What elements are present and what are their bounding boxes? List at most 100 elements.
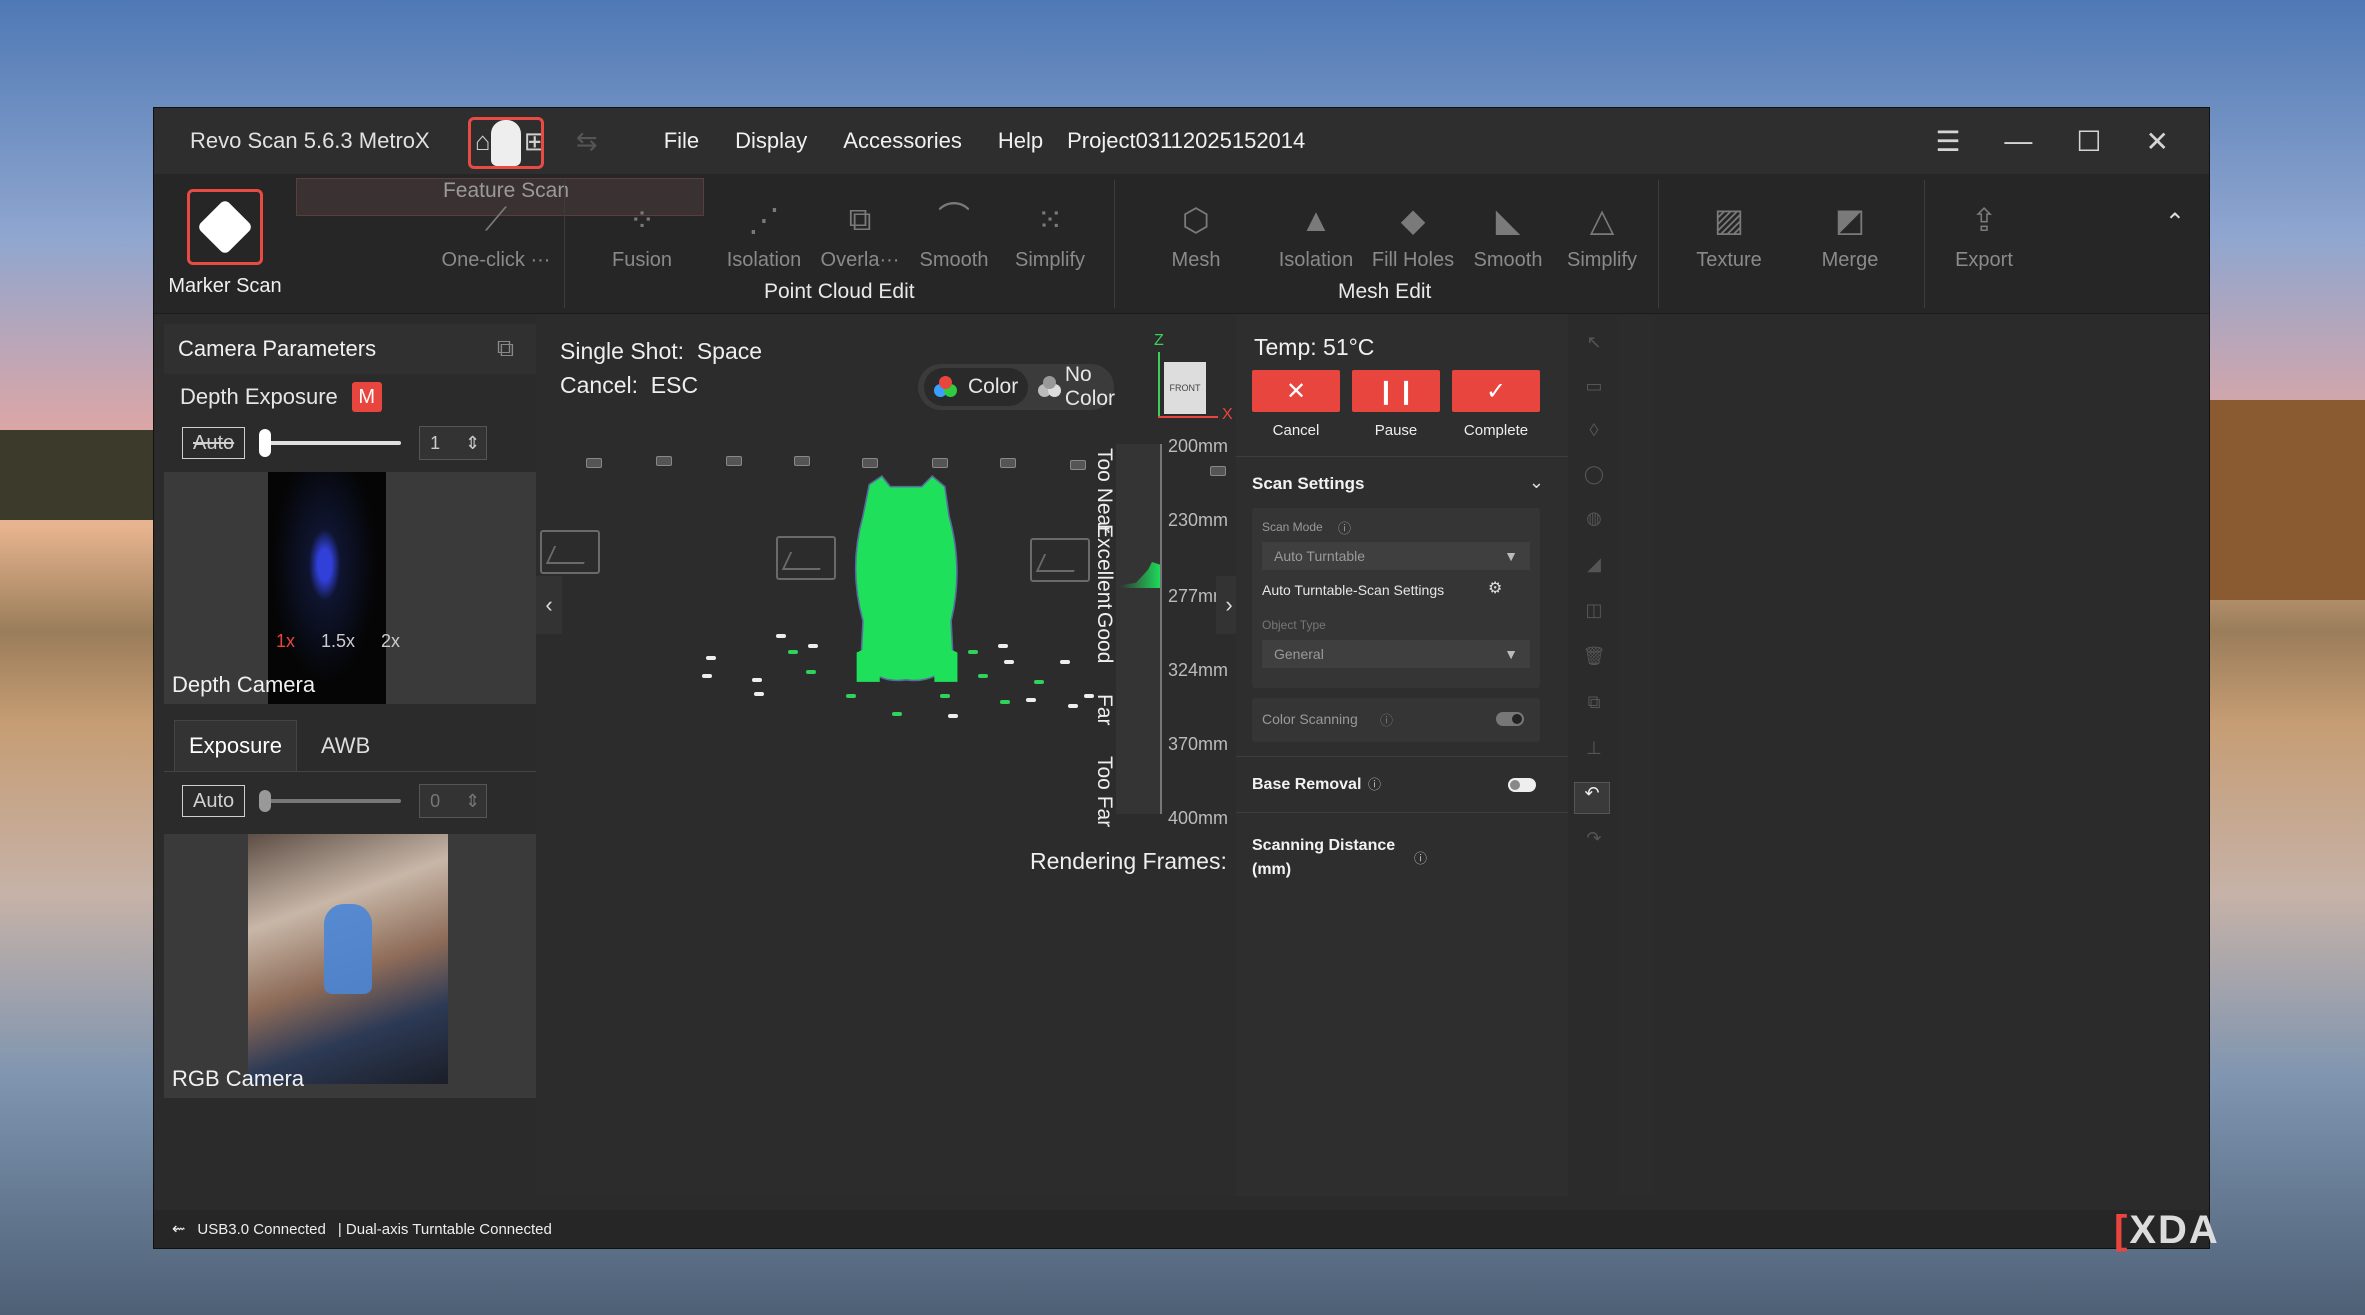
turntable-dot (702, 674, 712, 678)
pc-overlap-button[interactable]: ⧉ Overla··· (818, 178, 902, 278)
base-removal-info-icon[interactable]: ⓘ (1368, 774, 1381, 793)
tab-exposure[interactable]: Exposure (174, 720, 297, 771)
invert-icon[interactable]: ◫ (1578, 600, 1610, 632)
lasso-icon[interactable]: ◊ (1578, 420, 1610, 452)
sphere-icon[interactable]: ◍ (1578, 508, 1610, 540)
turntable-status: | Dual-axis Turntable Connected (337, 1220, 552, 1238)
depth-exposure-stepper[interactable]: 1 ⇕ (419, 426, 488, 460)
copy-icon[interactable]: ⧉ (1578, 692, 1610, 724)
color-scanning-card: Color Scanning ⓘ (1252, 698, 1540, 742)
auto-turntable-settings-link[interactable]: Auto Turntable-Scan Settings (1262, 582, 1444, 598)
window-controls: ☰ — ☐ ✕ (1935, 108, 2169, 174)
close-icon[interactable]: ✕ (2146, 125, 2169, 158)
image-placeholder-icon (540, 530, 600, 574)
mesh-simplify-label: Simplify (1566, 249, 1637, 271)
depth-exposure-slider[interactable] (259, 429, 402, 457)
merge-button[interactable]: ◩ Merge (1808, 178, 1892, 278)
scanned-model (854, 475, 958, 682)
stamp-icon[interactable]: ⊥ (1578, 738, 1610, 770)
menu-help[interactable]: Help (998, 128, 1043, 154)
scan-settings-title: Scan Settings (1252, 474, 1365, 493)
rgb-stepper-arrows-icon[interactable]: ⇕ (465, 791, 480, 812)
mesh-button[interactable]: ⬡ Mesh (1154, 178, 1238, 278)
turntable-dot (808, 644, 818, 648)
circle-select-icon[interactable]: ◯ (1578, 464, 1610, 496)
tick-370mm: 370mm (1168, 734, 1229, 754)
plane-cut-icon[interactable]: ◢ (1578, 554, 1610, 586)
scan-marker (1210, 466, 1226, 476)
collapse-ribbon-icon[interactable]: ⌃ (2165, 208, 2185, 237)
scanning-distance-info-icon[interactable]: ⓘ (1414, 848, 1427, 867)
rgb-auto-button[interactable]: Auto (182, 785, 246, 817)
select-arrow-icon[interactable]: ↖ (1578, 332, 1610, 364)
pc-fusion-button[interactable]: ⁘ Fusion (600, 178, 684, 278)
turntable-dot (754, 692, 764, 696)
turntable-dot (940, 694, 950, 698)
mesh-label: Mesh (1171, 249, 1221, 271)
zoom-1-5x[interactable]: 1.5x (321, 631, 355, 652)
project-name: Project03112025152014 (1067, 128, 1306, 153)
color-option[interactable]: Color (924, 368, 1029, 406)
axis-x-label: X (1222, 406, 1233, 423)
complete-scan-button[interactable]: ✓ (1452, 370, 1540, 412)
reset-icon[interactable]: ⧉ (497, 335, 514, 363)
cancel-scan-button[interactable]: ✕ (1252, 370, 1340, 412)
settings-sliders-icon[interactable]: ☰ (1935, 125, 1960, 158)
pc-isolation-button[interactable]: ⋰ Isolation (722, 178, 806, 278)
rgb-exposure-slider[interactable] (259, 790, 402, 812)
front-cube[interactable]: FRONT (1164, 362, 1206, 414)
divider (1236, 456, 1568, 457)
mesh-smooth-icon: ◣ (1495, 202, 1521, 238)
color-scanning-info-icon[interactable]: ⓘ (1380, 710, 1393, 729)
marker-scan-button[interactable]: Marker Scan (158, 178, 292, 310)
menu-display[interactable]: Display (735, 128, 807, 154)
temperature-readout: Temp: 51°C (1254, 334, 1375, 360)
wand-icon: ⟋ (484, 201, 508, 237)
depth-exposure-label: Depth Exposure (180, 384, 338, 409)
pc-smooth-button[interactable]: ⌒ Smooth (912, 178, 996, 278)
depth-exposure-row: Depth Exposure M (164, 374, 536, 420)
mesh-isolation-button[interactable]: ▲ Isolation (1274, 178, 1358, 278)
rect-select-icon[interactable]: ▭ (1578, 376, 1610, 408)
depth-auto-button[interactable]: Auto (182, 427, 246, 459)
maximize-icon[interactable]: ☐ (2076, 125, 2101, 158)
delete-icon[interactable]: 🗑 (1578, 646, 1610, 678)
fill-holes-label: Fill Holes (1371, 249, 1455, 271)
fusion-icon: ⁘ (628, 202, 656, 238)
menu-file[interactable]: File (664, 128, 699, 154)
redo-icon[interactable]: ↷ (1578, 828, 1610, 860)
object-type-select[interactable]: General ▼ (1262, 640, 1530, 668)
pc-simplify-button[interactable]: ⁙ Simplify (1008, 178, 1092, 278)
mesh-smooth-button[interactable]: ◣ Smooth (1466, 178, 1550, 278)
menu-accessories[interactable]: Accessories (843, 128, 962, 154)
marker-scan-icon (187, 189, 263, 265)
zoom-2x[interactable]: 2x (381, 631, 400, 652)
fill-holes-button[interactable]: ◆ Fill Holes (1368, 178, 1458, 278)
scan-settings-chevron-icon[interactable]: ⌄ (1529, 472, 1544, 493)
save-icon[interactable]: ⇆ (570, 124, 604, 158)
scan-mode-select[interactable]: Auto Turntable ▼ (1262, 542, 1530, 570)
one-click-button[interactable]: ⟋ One-click ··· (436, 178, 556, 278)
base-removal-toggle[interactable] (1508, 778, 1536, 792)
undo-icon[interactable]: ↶ (1574, 782, 1610, 814)
scan-mode-info-icon[interactable]: ⓘ (1338, 518, 1351, 537)
no-color-option[interactable]: No Color (1028, 363, 1132, 410)
minimize-icon[interactable]: — (2004, 125, 2032, 157)
background-treeline-left (0, 430, 154, 520)
texture-button[interactable]: ▨ Texture (1684, 178, 1774, 278)
pause-scan-button[interactable]: ❙❙ (1352, 370, 1440, 412)
zoom-1x[interactable]: 1x (276, 631, 295, 652)
tab-awb[interactable]: AWB (307, 720, 384, 771)
scan-marker (1000, 458, 1016, 468)
mesh-simplify-button[interactable]: △ Simplify (1560, 178, 1644, 278)
view-cube[interactable]: Z X FRONT (1154, 332, 1234, 423)
stepper-arrows-icon[interactable]: ⇕ (465, 433, 480, 454)
collapse-left-arrow[interactable]: ‹ (536, 576, 562, 634)
color-dots-icon (934, 376, 958, 398)
rgb-exposure-stepper[interactable]: 0 ⇕ (419, 784, 488, 818)
gear-icon[interactable]: ⚙ (1488, 578, 1502, 598)
color-scanning-toggle[interactable] (1496, 712, 1524, 726)
object-type-label: Object Type (1262, 618, 1326, 632)
manual-mode-badge[interactable]: M (351, 382, 382, 412)
export-button[interactable]: ⇪ Export (1934, 178, 2034, 278)
